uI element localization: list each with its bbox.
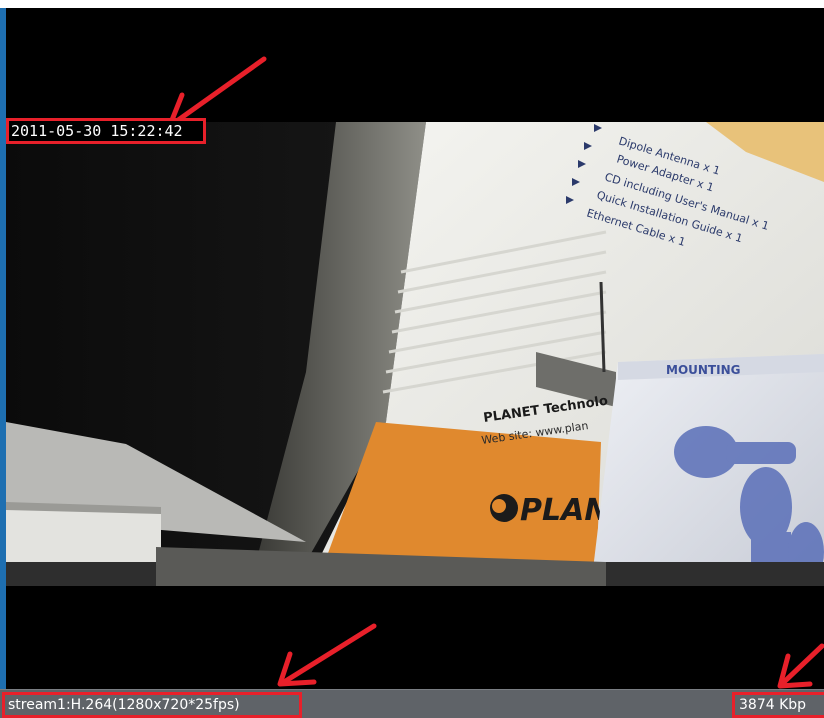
red-arrow-icon xyxy=(777,643,824,689)
red-arrow-icon xyxy=(277,623,377,687)
stream-info: stream1:H.264(1280x720*25fps) xyxy=(2,692,302,718)
video-timestamp: 2011-05-30 15:22:42 xyxy=(6,118,206,144)
video-viewer: Dipole Antenna x 1 Power Adapter x 1 CD … xyxy=(0,0,824,718)
mount-box-text: MOUNTING xyxy=(666,363,740,377)
status-bar: stream1:H.264(1280x720*25fps) 3874 Kbp xyxy=(0,689,824,718)
camera-video-frame[interactable]: Dipole Antenna x 1 Power Adapter x 1 CD … xyxy=(6,122,824,586)
bitrate-readout: 3874 Kbp xyxy=(732,692,824,718)
logo-text: PLAN xyxy=(520,493,609,528)
